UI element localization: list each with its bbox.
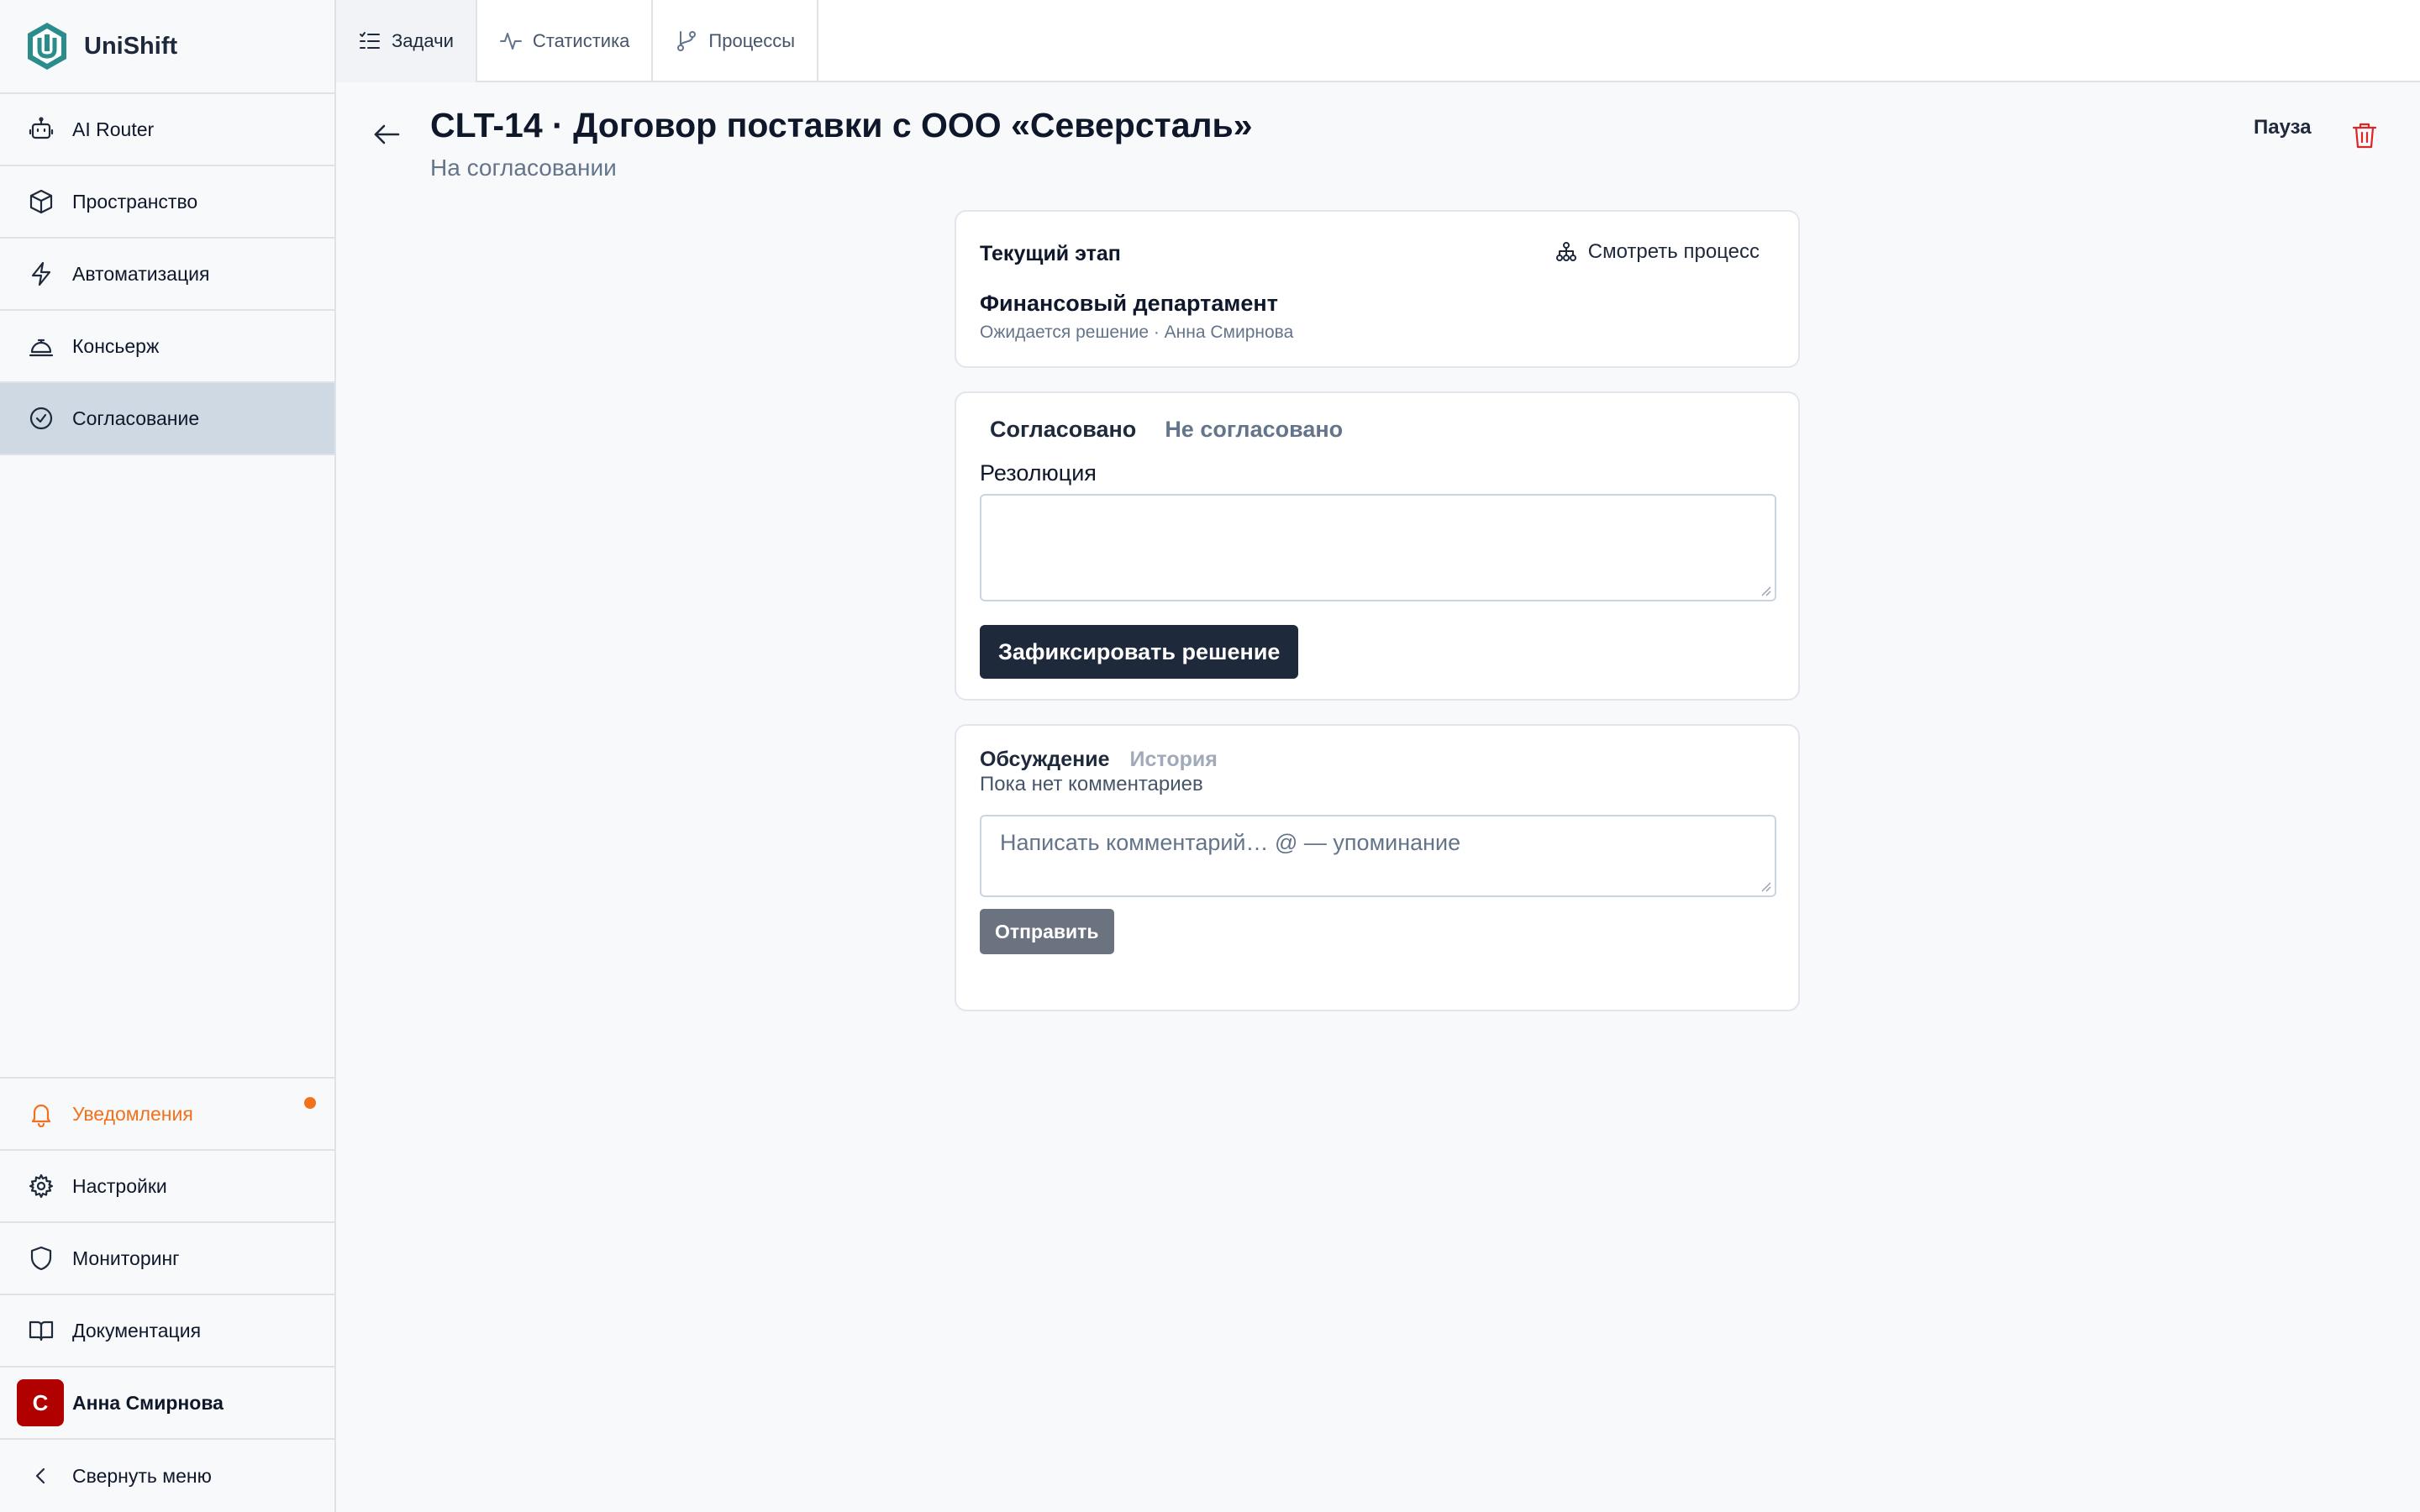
sidebar-item-label: Консьерж (72, 334, 160, 357)
trash-icon (2352, 123, 2377, 149)
bolt-icon (27, 260, 55, 288)
back-button[interactable] (370, 118, 407, 155)
sidebar-item-label: Автоматизация (72, 262, 210, 285)
discussion-tabs: Обсуждение История (980, 748, 1218, 772)
decision-card: Согласовано Не согласовано Резолюция Заф… (955, 391, 1800, 701)
sidebar-item-label: Уведомления (72, 1102, 193, 1125)
list-check-icon (360, 32, 380, 49)
submit-decision-button[interactable]: Зафиксировать решение (980, 625, 1299, 679)
arrow-left-icon (374, 124, 400, 144)
decision-tabs: Согласовано Не согласовано (990, 417, 1343, 443)
sidebar-item-label: AI Router (72, 118, 155, 140)
stage-meta: Ожидается решение · Анна Смирнова (980, 323, 1294, 342)
activity-icon (499, 33, 522, 50)
book-icon (27, 1316, 55, 1345)
git-branch-icon (677, 31, 697, 51)
resize-handle-icon[interactable] (1760, 880, 1771, 892)
sidebar-item-user[interactable]: С Анна Смирнова (0, 1368, 334, 1440)
page-title: CLT-14 · Договор поставки с ООО «Северст… (430, 106, 1253, 144)
app-name: UniShift (84, 32, 178, 60)
collapse-menu-button[interactable]: Свернуть меню (0, 1440, 334, 1512)
sidebar-item-approval[interactable]: Согласование (0, 383, 334, 455)
current-stage-card: Текущий этап Смотреть процесс Финансовый… (955, 210, 1800, 368)
tab-rejected[interactable]: Не согласовано (1165, 417, 1343, 443)
tab-processes[interactable]: Процессы (653, 0, 819, 82)
avatar: С (17, 1379, 64, 1426)
unishift-logo-icon (28, 23, 66, 70)
tab-approved[interactable]: Согласовано (990, 417, 1136, 443)
top-tabs: Задачи Статистика Процессы (336, 0, 2420, 82)
resize-handle-icon[interactable] (1760, 585, 1771, 596)
comment-input[interactable]: Написать комментарий… @ — упоминание (980, 815, 1776, 897)
tab-label: Процессы (708, 30, 796, 51)
comment-placeholder: Написать комментарий… @ — упоминание (1000, 830, 1461, 855)
empty-comments-text: Пока нет комментариев (980, 773, 1203, 795)
sidebar-item-label: Настройки (72, 1174, 167, 1197)
notification-dot (304, 1097, 316, 1109)
view-process-button[interactable]: Смотреть процесс (1555, 240, 1760, 264)
tab-label: Статистика (532, 30, 630, 51)
resolution-input[interactable] (980, 494, 1776, 601)
sidebar: UniShift AI Router Пространство Автомати… (0, 0, 336, 1512)
sidebar-item-label: Пространство (72, 190, 198, 213)
bell-icon (27, 1100, 55, 1128)
page-status: На согласовании (430, 155, 617, 181)
view-process-label: Смотреть процесс (1587, 240, 1760, 263)
delete-button[interactable] (2351, 121, 2380, 151)
sidebar-bottom: Уведомления Настройки Мониторинг Докумен… (0, 1077, 334, 1512)
tab-label: Задачи (392, 30, 454, 51)
sidebar-item-label: Согласование (72, 407, 200, 429)
sitemap-icon (1555, 242, 1576, 261)
send-comment-button[interactable]: Отправить (980, 909, 1114, 954)
bell-desk-icon (27, 332, 55, 360)
sidebar-item-label: Мониторинг (72, 1247, 180, 1269)
tab-statistics[interactable]: Статистика (477, 0, 654, 82)
sidebar-item-concierge[interactable]: Консьерж (0, 311, 334, 383)
user-name: Анна Смирнова (72, 1391, 224, 1414)
sidebar-item-settings[interactable]: Настройки (0, 1151, 334, 1223)
tab-history[interactable]: История (1130, 748, 1218, 772)
stage-name: Финансовый департамент (980, 291, 1278, 316)
chevron-left-icon (27, 1462, 55, 1490)
current-stage-label: Текущий этап (980, 242, 1121, 265)
check-circle-icon (27, 404, 55, 433)
discussion-card: Обсуждение История Пока нет комментариев… (955, 724, 1800, 1011)
sidebar-item-monitoring[interactable]: Мониторинг (0, 1223, 334, 1295)
sidebar-item-space[interactable]: Пространство (0, 166, 334, 239)
brand[interactable]: UniShift (0, 0, 334, 94)
tab-tasks[interactable]: Задачи (336, 0, 477, 82)
sidebar-item-automation[interactable]: Автоматизация (0, 239, 334, 311)
cube-icon (27, 187, 55, 216)
sidebar-item-ai-router[interactable]: AI Router (0, 94, 334, 166)
sidebar-item-label: Документация (72, 1319, 202, 1341)
gear-icon (27, 1172, 55, 1200)
resolution-label: Резолюция (980, 460, 1097, 486)
tab-discussion[interactable]: Обсуждение (980, 748, 1110, 772)
shield-icon (27, 1244, 55, 1273)
collapse-menu-label: Свернуть меню (72, 1464, 212, 1487)
sidebar-item-notifications[interactable]: Уведомления (0, 1079, 334, 1151)
pause-button[interactable]: Пауза (2254, 116, 2312, 139)
bot-icon (27, 115, 55, 144)
sidebar-item-docs[interactable]: Документация (0, 1295, 334, 1368)
